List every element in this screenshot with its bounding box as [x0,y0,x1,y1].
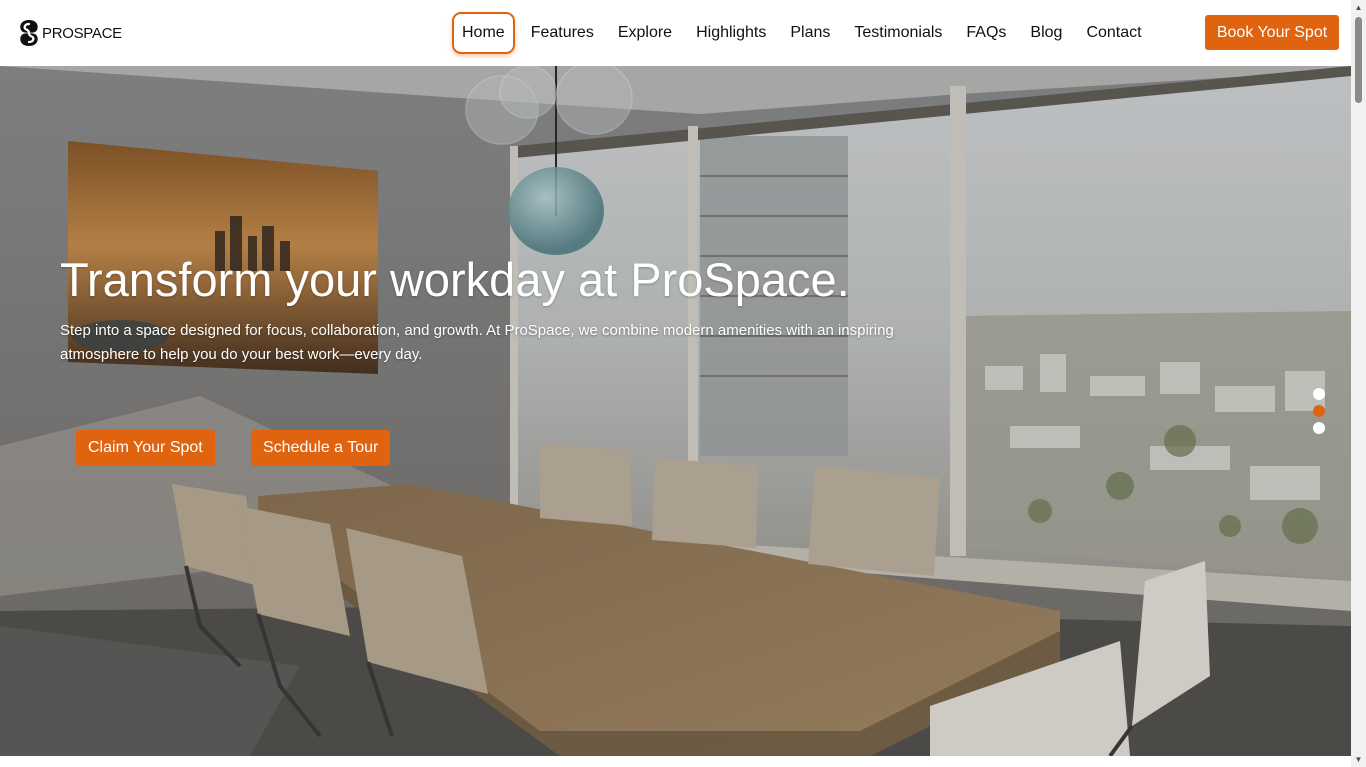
book-your-spot-button[interactable]: Book Your Spot [1205,15,1339,50]
scroll-up-arrow-icon[interactable]: ▲ [1351,0,1366,15]
nav-features[interactable]: Features [523,12,602,54]
nav-testimonials[interactable]: Testimonials [846,12,950,54]
slider-dot[interactable] [1313,422,1325,434]
hero-description: Step into a space designed for focus, co… [60,322,894,363]
nav-highlights[interactable]: Highlights [688,12,774,54]
claim-your-spot-button[interactable]: Claim Your Spot [76,430,215,466]
prospace-logo-icon [20,20,38,46]
hero-section: Transform your workday at ProSpace. Step… [0,66,1351,756]
page-bottom-edge [0,756,1351,767]
hero-background-image [0,66,1351,756]
slider-indicators [1313,388,1327,439]
site-header: PROSPACE Home Features Explore Highlight… [0,0,1351,66]
scroll-down-arrow-icon[interactable]: ▼ [1351,752,1366,767]
nav-plans[interactable]: Plans [782,12,838,54]
scrollbar-thumb[interactable] [1355,17,1362,103]
schedule-a-tour-button[interactable]: Schedule a Tour [251,430,391,466]
slider-dot[interactable] [1313,388,1325,400]
hero-title: Transform your workday at ProSpace. [60,253,850,306]
brand-name: PROSPACE [42,24,122,42]
slider-dot-active[interactable] [1313,405,1325,417]
nav-contact[interactable]: Contact [1078,12,1149,54]
nav-blog[interactable]: Blog [1022,12,1070,54]
main-nav: Home Features Explore Highlights Plans T… [452,12,1158,54]
vertical-scrollbar[interactable]: ▲ ▼ [1351,0,1366,767]
nav-explore[interactable]: Explore [610,12,680,54]
nav-faqs[interactable]: FAQs [958,12,1014,54]
nav-home[interactable]: Home [452,12,515,54]
logo[interactable]: PROSPACE [18,18,122,48]
